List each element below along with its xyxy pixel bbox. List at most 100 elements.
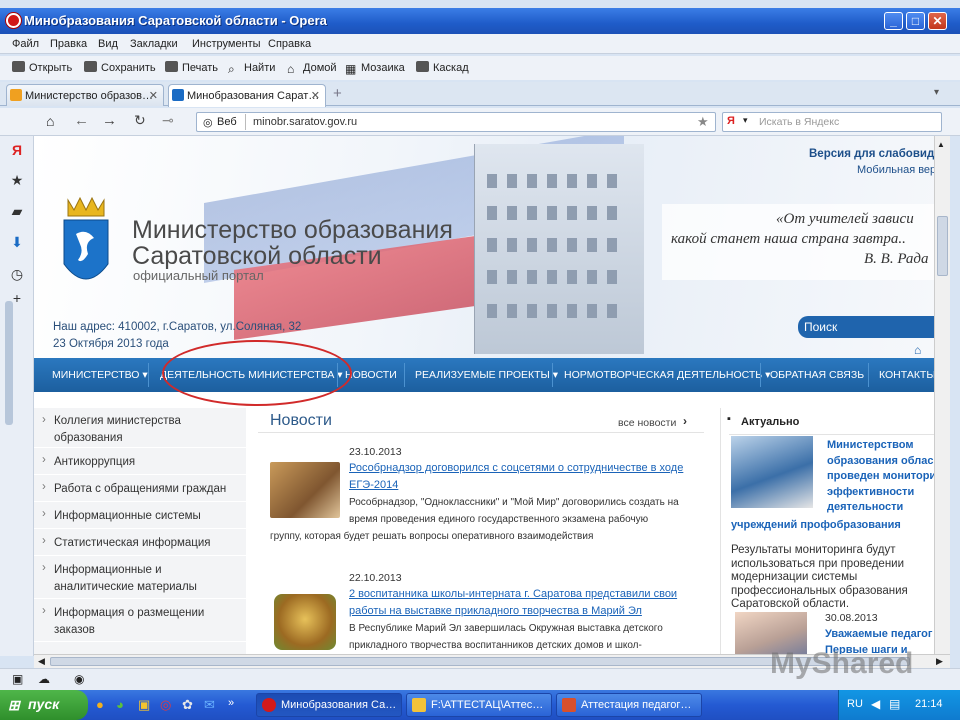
home-small-icon[interactable]: ⌂ xyxy=(914,343,921,357)
news-title-link[interactable]: Рособрнадзор договорился с соцсетями о с… xyxy=(349,462,683,474)
actual-title-link[interactable]: Уважаемые педагог xyxy=(825,628,933,640)
print-button[interactable]: Печать xyxy=(182,62,218,74)
site-address: Наш адрес: 410002, г.Саратов, ул.Соляная… xyxy=(53,321,302,333)
home-nav-icon[interactable]: ⌂ xyxy=(46,113,54,129)
nav-feedback[interactable]: ОБРАТНАЯ СВЯЗЬ xyxy=(770,369,864,381)
back-tray-icon[interactable]: ◀ xyxy=(871,697,880,711)
expand-quicklaunch-icon[interactable]: » xyxy=(228,697,234,709)
bookmarks-star-icon[interactable]: ★ xyxy=(9,172,25,188)
notes-icon[interactable]: ▰ xyxy=(9,203,25,219)
all-news-link[interactable]: все новости xyxy=(618,417,676,429)
site-search-input[interactable]: Поиск xyxy=(798,316,934,338)
mobile-version-link[interactable]: Мобильная вер xyxy=(857,164,934,176)
mail-icon[interactable]: ✉ xyxy=(204,697,215,713)
search-engine-chevron-icon[interactable]: ▾ xyxy=(743,115,748,126)
open-button[interactable]: Открыть xyxy=(29,62,72,74)
scroll-left-icon[interactable]: ◀ xyxy=(38,656,45,667)
sidebar-item[interactable]: › Информационные системы xyxy=(34,502,246,529)
nav-projects[interactable]: РЕАЛИЗУЕМЫЕ ПРОЕКТЫ ▾ xyxy=(415,369,558,381)
sidebar-item[interactable]: › Антикоррупция xyxy=(34,448,246,475)
tab-bar: Министерство образов… ✕ Минобразования С… xyxy=(0,82,960,107)
chrome-icon[interactable]: ◕ xyxy=(116,697,124,712)
bookmark-star-icon[interactable]: ★ xyxy=(697,114,709,130)
tile-button[interactable]: Мозаика xyxy=(361,62,405,74)
news-date: 23.10.2013 xyxy=(349,446,402,458)
panel-toggle-icon[interactable]: ▣ xyxy=(12,672,23,686)
close-button[interactable]: ✕ xyxy=(928,12,947,30)
menu-edit[interactable]: Правка xyxy=(50,38,87,50)
sidebar-item[interactable]: › Информационные и аналитические материалы xyxy=(34,556,246,599)
news-title-link[interactable]: ЕГЭ-2014 xyxy=(349,479,398,491)
minimize-button[interactable]: _ xyxy=(884,12,903,30)
key-icon[interactable]: ⊸ xyxy=(162,112,174,129)
maximize-button[interactable]: □ xyxy=(906,12,925,30)
menu-help[interactable]: Справка xyxy=(268,38,311,50)
tab-close-icon[interactable]: ✕ xyxy=(311,89,320,102)
sidebar-item[interactable]: › Коллегия министерства образования xyxy=(34,408,246,448)
scroll-up-icon[interactable]: ▲ xyxy=(937,140,948,149)
menu-view[interactable]: Вид xyxy=(98,38,118,50)
nav-ministry[interactable]: МИНИСТЕРСТВО ▾ xyxy=(52,369,148,381)
vertical-scrollbar[interactable]: ▲ xyxy=(934,136,950,654)
save-button[interactable]: Сохранить xyxy=(101,62,156,74)
start-button[interactable]: ⊞ пуск xyxy=(0,690,88,720)
back-icon[interactable]: ← xyxy=(74,112,89,129)
divider xyxy=(729,434,934,435)
history-clock-icon[interactable]: ◷ xyxy=(9,266,25,282)
task-folder[interactable]: F:\АТТЕСТАЦ\Аттес… xyxy=(406,693,552,717)
messenger-icon[interactable]: ✿ xyxy=(182,697,193,713)
tab-ministry[interactable]: Министерство образов… ✕ xyxy=(6,84,164,106)
ministry-building-image xyxy=(474,144,644,354)
yandex-panel-icon[interactable]: Я xyxy=(9,142,25,158)
vertical-scroll-thumb[interactable] xyxy=(937,216,948,276)
panel-toggle-handle[interactable] xyxy=(5,301,13,425)
tab-minobr[interactable]: Минобразования Сарат… ✕ xyxy=(168,84,326,107)
yandex-icon[interactable]: Я xyxy=(727,115,735,127)
task-powerpoint[interactable]: Аттестация педагог… xyxy=(556,693,702,717)
network-icon[interactable]: ▤ xyxy=(889,697,900,711)
globe-icon: ◎ xyxy=(203,117,213,129)
sidebar-item[interactable]: › Работа с обращениями граждан xyxy=(34,475,246,502)
url-text[interactable]: minobr.saratov.gov.ru xyxy=(253,116,357,128)
news-title-link[interactable]: 2 воспитанника школы-интерната г. Сарато… xyxy=(349,588,677,600)
turbo-icon[interactable]: ◉ xyxy=(74,672,84,686)
language-indicator[interactable]: RU xyxy=(847,698,863,710)
task-opera[interactable]: Минобразования Са… xyxy=(256,693,402,717)
nav-normative[interactable]: НОРМОТВОРЧЕСКАЯ ДЕЯТЕЛЬНОСТЬ ▾ xyxy=(564,369,770,381)
actual-headline-last-line[interactable]: учреждений профобразования xyxy=(731,519,901,531)
downloads-icon[interactable]: ⬇ xyxy=(9,234,25,250)
quicklaunch-icon[interactable]: ● xyxy=(96,697,104,712)
home-button[interactable]: Домой xyxy=(303,62,337,74)
forward-icon[interactable]: → xyxy=(102,112,117,129)
news-title-link[interactable]: работы на выставке прикладного творчеств… xyxy=(349,605,642,617)
new-tab-icon[interactable]: + xyxy=(333,85,342,102)
find-button[interactable]: Найти xyxy=(244,62,275,74)
menu-tools[interactable]: Инструменты xyxy=(192,38,261,50)
clock[interactable]: 21:14 xyxy=(915,698,943,710)
chevron-right-icon[interactable]: › xyxy=(683,414,687,428)
open-icon xyxy=(12,61,25,72)
site-header: Министерство образования Саратовской обл… xyxy=(34,136,934,358)
news-thumbnail-craft[interactable] xyxy=(274,594,336,650)
opera-unite-icon[interactable]: ☁ xyxy=(38,672,50,686)
nav-news[interactable]: НОВОСТИ xyxy=(345,369,397,381)
quote-line2: какой станет наша страна завтра.. xyxy=(671,231,906,247)
address-field[interactable]: ◎ Веб minobr.saratov.gov.ru ★ xyxy=(196,112,716,132)
menu-bookmarks[interactable]: Закладки xyxy=(130,38,178,50)
sidebar-item[interactable]: › Статистическая информация xyxy=(34,529,246,556)
nav-contacts[interactable]: КОНТАКТЫ xyxy=(879,369,934,381)
news-thumbnail-classroom[interactable] xyxy=(270,462,340,518)
tab-list-chevron-icon[interactable]: ▾ xyxy=(934,87,939,98)
sidebar-item[interactable]: › Информация о размещении заказов xyxy=(34,599,246,642)
opera-quick-icon[interactable]: ◎ xyxy=(160,697,171,713)
reload-icon[interactable]: ↻ xyxy=(134,112,146,129)
folder-icon[interactable]: ▣ xyxy=(138,697,150,713)
search-field[interactable]: Я ▾ Искать в Яндекс xyxy=(722,112,942,132)
news-thumbnail-computer[interactable] xyxy=(731,436,813,508)
scroll-right-icon[interactable]: ▶ xyxy=(936,656,943,667)
tab-close-icon[interactable]: ✕ xyxy=(149,89,158,102)
low-vision-link[interactable]: Версия для слабовид xyxy=(809,148,934,160)
cascade-button[interactable]: Каскад xyxy=(433,62,469,74)
actual-headline[interactable]: Министерством образования облас проведен… xyxy=(827,438,934,516)
menu-file[interactable]: Файл xyxy=(12,38,39,50)
